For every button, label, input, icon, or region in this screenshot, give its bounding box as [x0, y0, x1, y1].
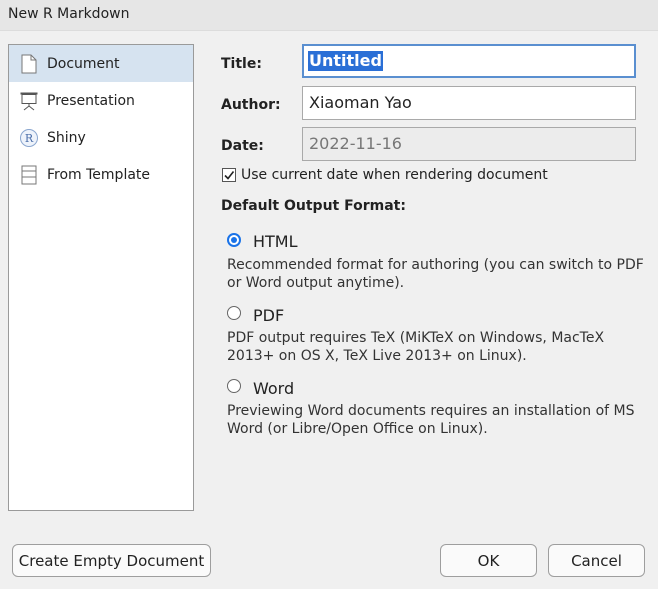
- format-radio-pdf[interactable]: [227, 306, 241, 320]
- format-description-html: Recommended format for authoring (you ca…: [227, 257, 644, 291]
- sidebar-item-label: Shiny: [47, 129, 86, 146]
- output-format-heading: Default Output Format:: [221, 198, 406, 214]
- date-input: 2022-11-16: [302, 127, 636, 161]
- presentation-icon: [19, 91, 39, 111]
- template-type-list[interactable]: Document Presentation R Shiny From Templ…: [8, 44, 194, 511]
- use-current-date-checkbox[interactable]: [222, 168, 236, 182]
- format-radio-html[interactable]: [227, 233, 241, 247]
- title-input-value: Untitled: [308, 51, 383, 71]
- shiny-r-icon: R: [19, 128, 39, 148]
- sidebar-item-document[interactable]: Document: [9, 45, 193, 82]
- checkmark-icon: [224, 171, 235, 180]
- format-label-word[interactable]: Word: [253, 379, 294, 398]
- create-empty-document-button[interactable]: Create Empty Document: [12, 544, 211, 577]
- title-input[interactable]: Untitled: [302, 44, 636, 78]
- window-titlebar: New R Markdown: [0, 0, 658, 31]
- author-input[interactable]: Xiaoman Yao: [302, 86, 636, 120]
- sidebar-item-label: Document: [47, 55, 120, 72]
- author-label: Author:: [221, 97, 281, 113]
- format-description-word: Previewing Word documents requires an in…: [227, 403, 635, 437]
- document-icon: [19, 54, 39, 74]
- svg-text:R: R: [25, 132, 34, 145]
- use-current-date-label[interactable]: Use current date when rendering document: [241, 167, 548, 183]
- sidebar-item-shiny[interactable]: R Shiny: [9, 119, 193, 156]
- sidebar-item-label: Presentation: [47, 92, 135, 109]
- ok-button[interactable]: OK: [440, 544, 537, 577]
- window-title: New R Markdown: [8, 6, 130, 22]
- sidebar-item-presentation[interactable]: Presentation: [9, 82, 193, 119]
- title-label: Title:: [221, 56, 262, 72]
- format-label-pdf[interactable]: PDF: [253, 306, 284, 325]
- template-icon: [19, 165, 39, 185]
- cancel-button[interactable]: Cancel: [548, 544, 645, 577]
- format-radio-word[interactable]: [227, 379, 241, 393]
- sidebar-item-from-template[interactable]: From Template: [9, 156, 193, 193]
- format-label-html[interactable]: HTML: [253, 232, 298, 251]
- sidebar-item-label: From Template: [47, 166, 151, 183]
- date-label: Date:: [221, 138, 264, 154]
- format-description-pdf: PDF output requires TeX (MiKTeX on Windo…: [227, 330, 605, 364]
